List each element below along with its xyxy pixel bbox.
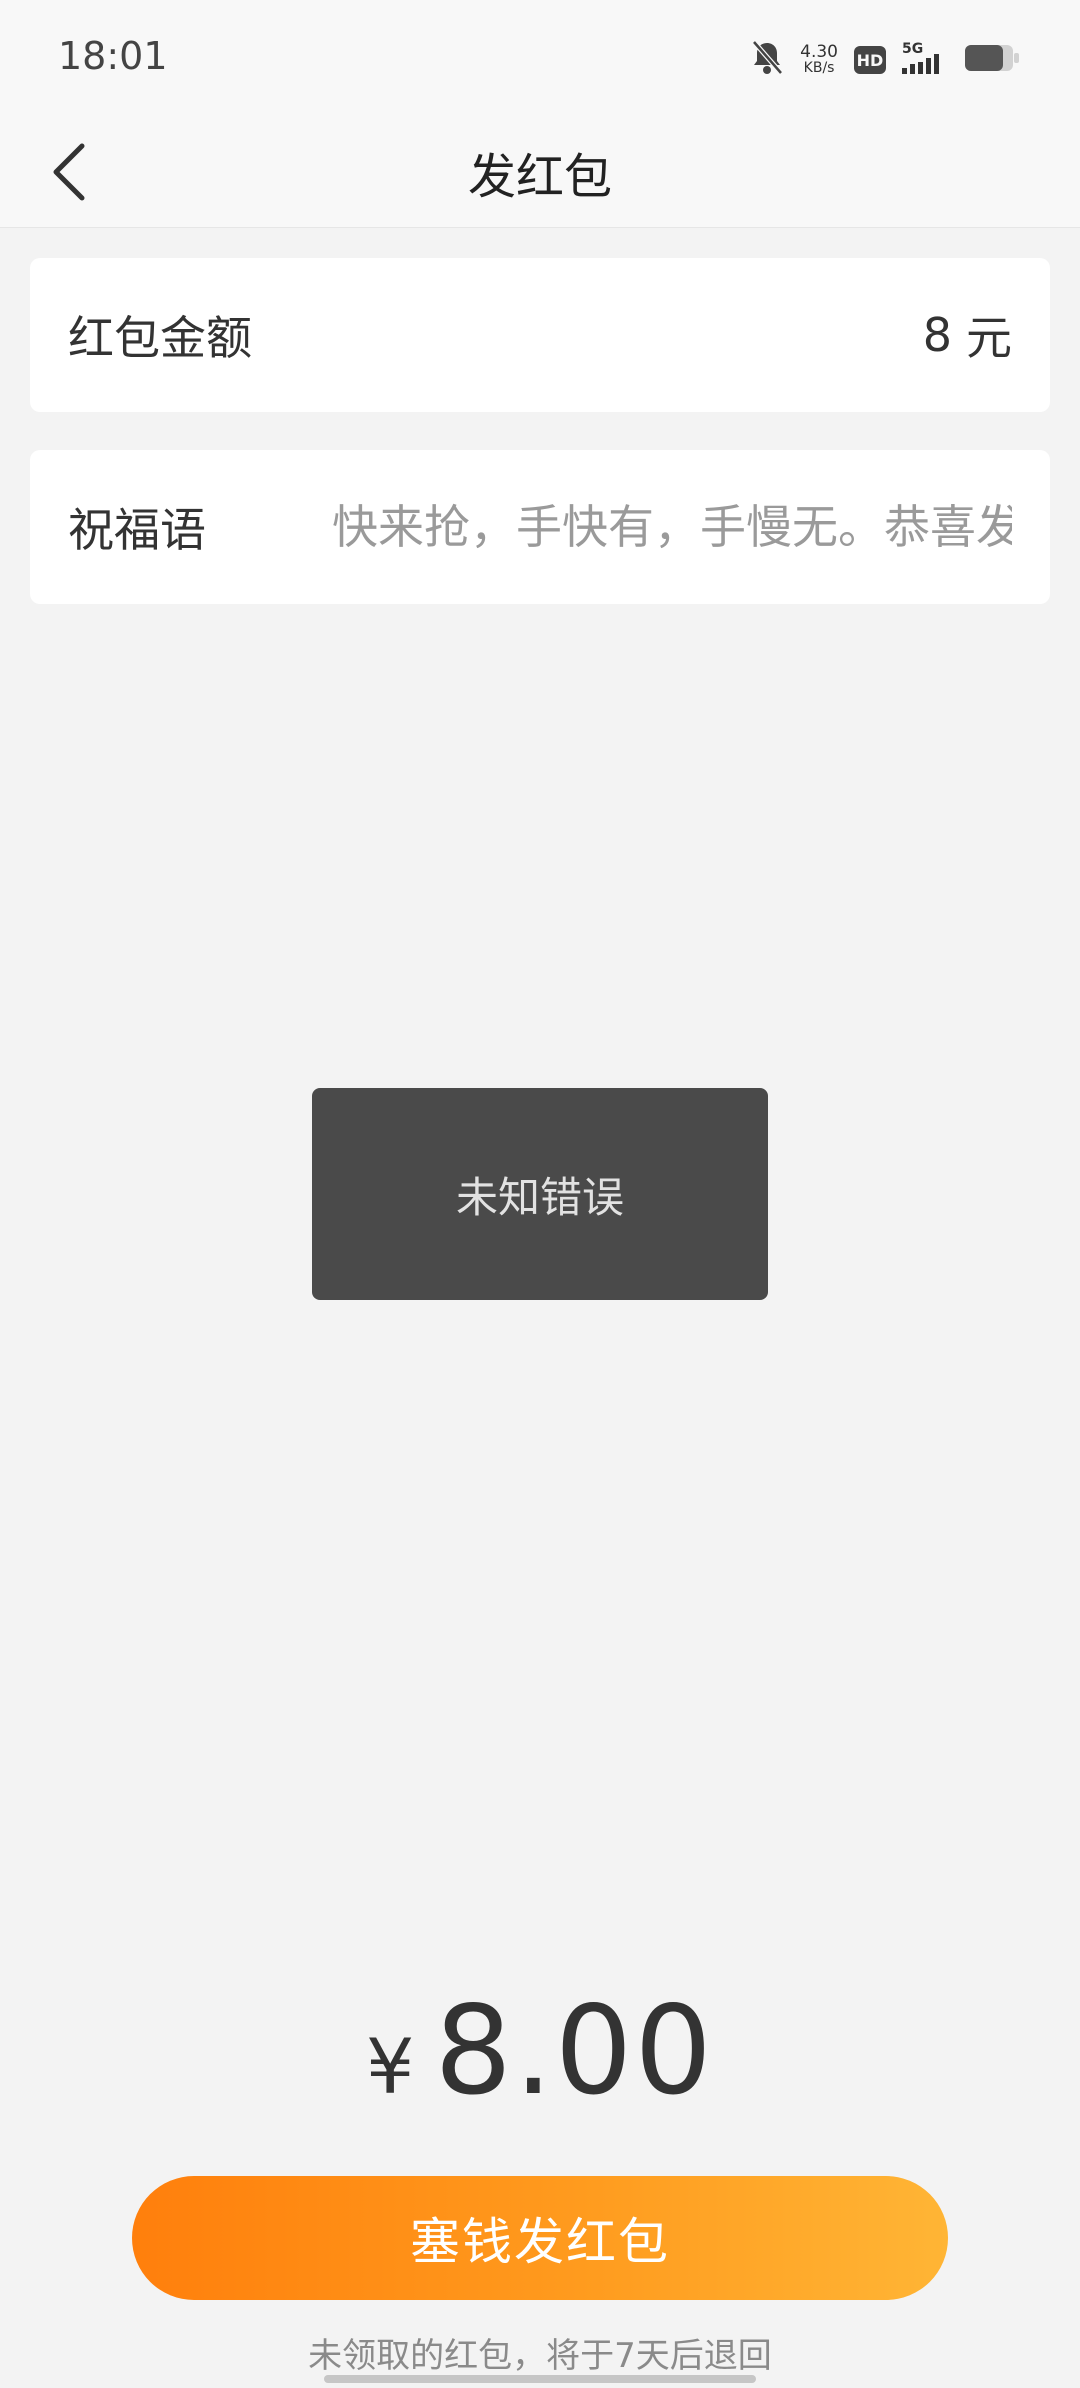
network-speed: 4.30 KB/s xyxy=(800,44,838,76)
amount-row[interactable]: 红包金额 8 元 xyxy=(30,258,1050,412)
signal-5g-icon: 5G xyxy=(902,40,948,80)
greeting-input[interactable] xyxy=(332,487,1012,567)
page-title: 发红包 xyxy=(467,149,612,205)
greeting-row: 祝福语 xyxy=(30,450,1050,604)
battery-icon xyxy=(964,43,1020,77)
total-amount: ¥ 8.00 xyxy=(0,1980,1080,2122)
network-speed-unit: KB/s xyxy=(803,60,835,76)
back-button[interactable] xyxy=(28,130,112,214)
bell-muted-icon xyxy=(750,40,784,80)
total-value: 8.00 xyxy=(434,1980,714,2122)
signal-5g-label: 5G xyxy=(902,41,923,57)
amount-label: 红包金额 xyxy=(68,311,252,365)
status-time: 18:01 xyxy=(58,34,168,78)
send-red-packet-button[interactable]: 塞钱发红包 xyxy=(132,2176,948,2300)
navigation-bar: 发红包 xyxy=(0,116,1080,228)
amount-unit: 元 xyxy=(966,311,1012,365)
home-indicator[interactable] xyxy=(324,2375,756,2383)
hd-icon: HD xyxy=(854,46,886,74)
greeting-label: 祝福语 xyxy=(68,503,206,557)
status-bar: 18:01 4.30 KB/s HD 5G xyxy=(0,0,1080,116)
amount-value-group[interactable]: 8 元 xyxy=(923,302,1012,368)
amount-value: 8 xyxy=(922,308,952,362)
refund-note: 未领取的红包，将于7天后退回 xyxy=(308,2336,772,2376)
network-speed-value: 4.30 xyxy=(800,42,838,62)
currency-symbol: ¥ xyxy=(366,2022,415,2111)
toast-message: 未知错误 xyxy=(455,1172,624,1222)
status-icons: 4.30 KB/s HD 5G xyxy=(750,38,1020,82)
chevron-left-icon xyxy=(53,143,85,201)
error-toast: 未知错误 xyxy=(312,1088,768,1300)
